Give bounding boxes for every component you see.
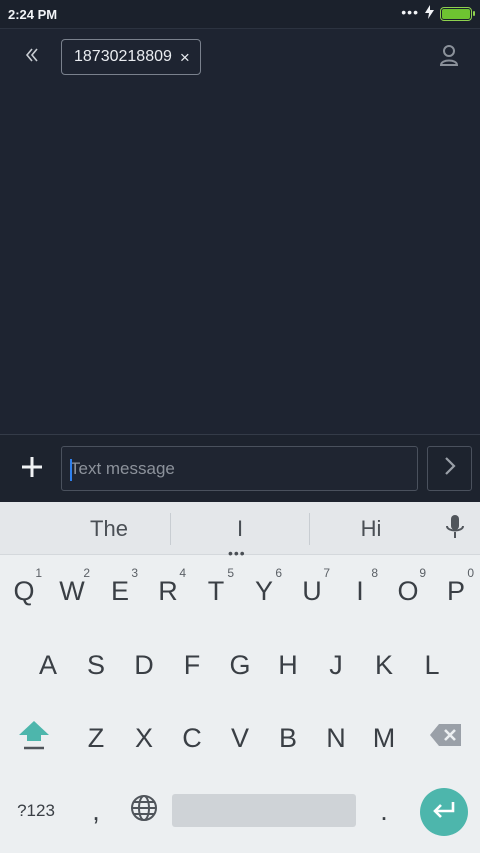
person-icon bbox=[439, 44, 459, 71]
message-field[interactable] bbox=[61, 446, 418, 491]
shift-key[interactable] bbox=[10, 703, 58, 773]
recipient-number: 18730218809 bbox=[74, 48, 172, 65]
key-label: Q bbox=[13, 575, 35, 606]
key-x[interactable]: X bbox=[120, 703, 168, 773]
shift-icon bbox=[17, 718, 51, 759]
key-t[interactable]: T5 bbox=[192, 556, 240, 626]
compose-bar bbox=[0, 434, 480, 502]
key-g[interactable]: G bbox=[216, 630, 264, 700]
key-hint: 2 bbox=[83, 566, 90, 580]
key-b[interactable]: B bbox=[264, 703, 312, 773]
suggestion-3[interactable]: Hi bbox=[310, 502, 432, 555]
key-label: O bbox=[397, 575, 419, 606]
key-hint: 6 bbox=[275, 566, 282, 580]
chevron-right-icon bbox=[443, 456, 457, 481]
close-icon[interactable]: × bbox=[180, 49, 190, 66]
battery-icon bbox=[440, 7, 475, 21]
key-z[interactable]: Z bbox=[72, 703, 120, 773]
key-e[interactable]: E3 bbox=[96, 556, 144, 626]
key-hint: 9 bbox=[419, 566, 426, 580]
key-d[interactable]: D bbox=[120, 630, 168, 700]
attach-button[interactable] bbox=[16, 453, 48, 485]
enter-key[interactable] bbox=[420, 788, 468, 836]
key-l[interactable]: L bbox=[408, 630, 456, 700]
globe-icon bbox=[130, 794, 158, 829]
contact-button[interactable] bbox=[436, 43, 462, 71]
status-icons: ••• bbox=[401, 4, 475, 24]
key-s[interactable]: S bbox=[72, 630, 120, 700]
space-key[interactable] bbox=[172, 794, 356, 827]
key-hint: 1 bbox=[35, 566, 42, 580]
backspace-icon bbox=[429, 723, 463, 754]
key-hint: 0 bbox=[467, 566, 474, 580]
key-label: R bbox=[158, 575, 178, 606]
key-q[interactable]: Q1 bbox=[0, 556, 48, 626]
backspace-key[interactable] bbox=[422, 703, 470, 773]
key-hint: 3 bbox=[131, 566, 138, 580]
key-label: I bbox=[356, 575, 364, 606]
key-y[interactable]: Y6 bbox=[240, 556, 288, 626]
conversation-header: 18730218809 × bbox=[0, 28, 480, 84]
battery-level bbox=[442, 9, 470, 19]
key-hint: 5 bbox=[227, 566, 234, 580]
plus-icon bbox=[21, 456, 43, 483]
key-o[interactable]: O9 bbox=[384, 556, 432, 626]
key-hint: 8 bbox=[371, 566, 378, 580]
key-hint: 4 bbox=[179, 566, 186, 580]
back-button[interactable] bbox=[16, 41, 48, 73]
symbols-key[interactable]: ?123 bbox=[10, 776, 62, 846]
key-u[interactable]: U7 bbox=[288, 556, 336, 626]
charging-icon bbox=[425, 4, 434, 24]
key-w[interactable]: W2 bbox=[48, 556, 96, 626]
key-v[interactable]: V bbox=[216, 703, 264, 773]
key-label: W bbox=[59, 575, 85, 606]
language-key[interactable] bbox=[120, 776, 168, 846]
key-h[interactable]: H bbox=[264, 630, 312, 700]
key-label: U bbox=[302, 575, 322, 606]
comma-key[interactable]: , bbox=[72, 776, 120, 846]
key-a[interactable]: A bbox=[24, 630, 72, 700]
microphone-icon bbox=[445, 514, 465, 545]
voice-input-button[interactable] bbox=[440, 513, 470, 545]
recipient-chip[interactable]: 18730218809 × bbox=[61, 39, 201, 75]
status-time: 2:24 PM bbox=[8, 6, 58, 22]
key-j[interactable]: J bbox=[312, 630, 360, 700]
key-f[interactable]: F bbox=[168, 630, 216, 700]
notification-dots: ••• bbox=[401, 4, 419, 20]
text-cursor bbox=[70, 459, 72, 481]
key-r[interactable]: R4 bbox=[144, 556, 192, 626]
key-m[interactable]: M bbox=[360, 703, 408, 773]
message-input[interactable] bbox=[62, 447, 417, 490]
double-chevron-left-icon bbox=[24, 47, 40, 68]
key-i[interactable]: I8 bbox=[336, 556, 384, 626]
key-label: Y bbox=[254, 575, 273, 606]
key-n[interactable]: N bbox=[312, 703, 360, 773]
status-bar: 2:24 PM ••• bbox=[0, 0, 480, 28]
key-label: P bbox=[446, 575, 465, 606]
period-key[interactable]: . bbox=[360, 776, 408, 846]
key-c[interactable]: C bbox=[168, 703, 216, 773]
key-label: T bbox=[207, 575, 225, 606]
suggestion-strip: The I ••• Hi bbox=[0, 502, 480, 560]
enter-icon bbox=[431, 800, 457, 825]
keyboard: The I ••• Hi Q1 W2 E3 R4 T5 Y6 U7 I8 O9 … bbox=[0, 502, 480, 853]
send-button[interactable] bbox=[427, 446, 472, 491]
key-k[interactable]: K bbox=[360, 630, 408, 700]
key-p[interactable]: P0 bbox=[432, 556, 480, 626]
key-label: E bbox=[110, 575, 129, 606]
key-hint: 7 bbox=[323, 566, 330, 580]
suggestion-1[interactable]: The bbox=[48, 502, 170, 555]
